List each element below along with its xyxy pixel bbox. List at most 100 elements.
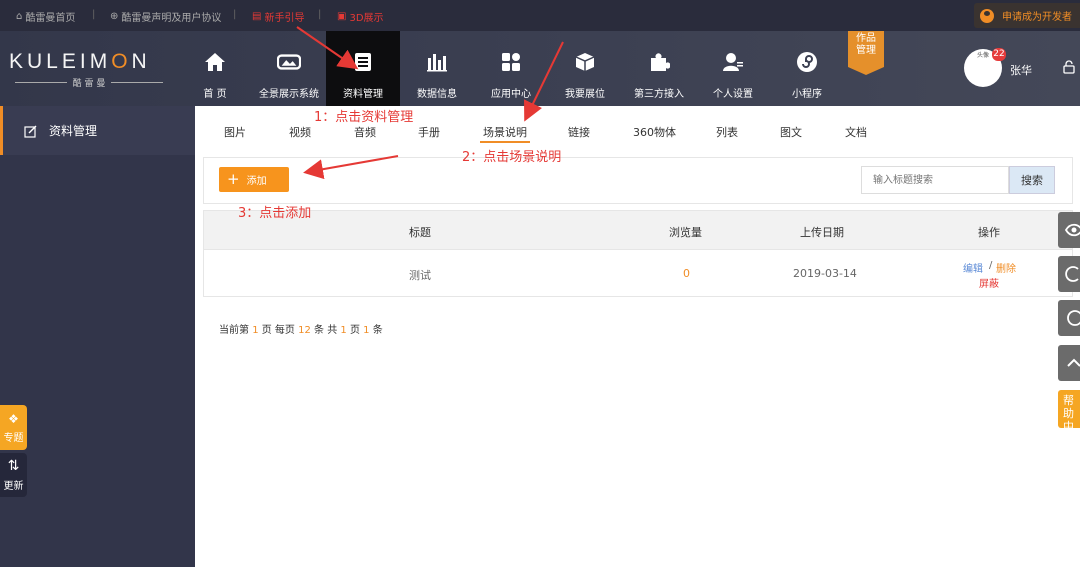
top-link-home[interactable]: ⌂ 酷雷曼首页 (16, 9, 75, 24)
search-button[interactable]: 搜索 (1009, 166, 1055, 194)
plus-icon: + (227, 170, 240, 188)
back-to-top-icon[interactable] (1058, 345, 1080, 381)
tab-videos[interactable]: 视频 (289, 124, 311, 140)
total-pages: 1 (340, 325, 347, 336)
annotation-step2: 2：点击场景说明 (462, 150, 562, 165)
guide-icon: ▤ (252, 11, 262, 22)
nav-booth-label: 我要展位 (565, 89, 605, 100)
tab-images[interactable]: 图片 (224, 124, 246, 140)
pagination-text: 条 (372, 325, 383, 336)
separator: | (92, 9, 96, 20)
nav-panorama-system[interactable]: 全景展示系统 (252, 31, 326, 106)
apps-icon (499, 50, 523, 74)
separator: | (233, 9, 237, 20)
delete-link[interactable]: 删除 (996, 260, 1016, 275)
pagination-text: 条 共 (314, 325, 338, 336)
home-icon: ⌂ (16, 11, 23, 22)
sidebar: 资料管理 (0, 106, 195, 567)
works-management-badge[interactable]: 作品 管理 (848, 31, 884, 75)
nav-app-label: 应用中心 (491, 89, 531, 100)
search-input[interactable] (861, 166, 1009, 194)
nav-app-center[interactable]: 应用中心 (474, 31, 548, 106)
sidebar-item-resource-management[interactable]: 资料管理 (0, 106, 195, 155)
top-bar: ⌂ 酷雷曼首页 | ⊕ 酷雷曼声明及用户协议 | ▤ 新手引导 | ▣ 3D展示… (0, 0, 1080, 31)
nav-data-label: 数据信息 (417, 89, 457, 100)
table-header: 标题 浏览量 上传日期 操作 (204, 211, 1072, 250)
top-link-agreement-label: 酷雷曼声明及用户协议 (121, 13, 222, 24)
annotation-step3: 3：点击添加 (238, 206, 312, 221)
top-link-guide-label: 新手引导 (264, 13, 305, 24)
active-tab-indicator (480, 141, 530, 143)
tab-documents[interactable]: 文档 (845, 124, 867, 140)
home-icon (203, 50, 227, 74)
top-link-3d-label: 3D展示 (349, 13, 384, 24)
bar-chart-icon (425, 50, 449, 74)
edit-box-icon (24, 124, 38, 138)
help-center-button[interactable]: 帮助中心 (1058, 390, 1080, 428)
topic-float-button[interactable]: ❖ 专题 (0, 405, 27, 450)
pagination-text: 页 每页 (261, 325, 295, 336)
update-label: 更新 (3, 481, 24, 492)
row-views: 0 (683, 267, 690, 280)
total-items: 1 (363, 325, 370, 336)
nav-third-party[interactable]: 第三方接入 (622, 31, 696, 106)
user-name[interactable]: 张华 (1010, 62, 1032, 78)
nav-personal-settings[interactable]: 个人设置 (696, 31, 770, 106)
refresh-icon: ⇅ (7, 458, 20, 474)
top-link-3d[interactable]: ▣ 3D展示 (337, 9, 384, 24)
nav-personal-label: 个人设置 (713, 89, 753, 100)
tab-links[interactable]: 链接 (568, 124, 590, 140)
add-button[interactable]: + 添加 (219, 167, 289, 192)
nav-mini-program[interactable]: 小程序 (770, 31, 844, 106)
chat-icon[interactable] (1058, 300, 1080, 336)
sidebar-item-label: 资料管理 (49, 124, 98, 138)
works-badge-line1: 作品 (856, 33, 876, 44)
update-float-button[interactable]: ⇅ 更新 (0, 453, 27, 497)
box-icon (573, 50, 597, 74)
logo-accent: O (111, 50, 132, 73)
nav-my-booth[interactable]: 我要展位 (548, 31, 622, 106)
tab-360-object[interactable]: 360物体 (633, 124, 676, 140)
tag-icon: ❖ (8, 412, 19, 426)
tab-scene-description[interactable]: 场景说明 (483, 124, 527, 140)
per-page-count: 12 (298, 325, 311, 336)
user-icon (980, 8, 994, 23)
become-developer-label: 申请成为开发者 (1002, 12, 1072, 23)
top-link-agreement[interactable]: ⊕ 酷雷曼声明及用户协议 (110, 9, 221, 24)
top-link-guide[interactable]: ▤ 新手引导 (252, 9, 304, 24)
globe-icon: ⊕ (110, 11, 119, 22)
tab-graphic[interactable]: 图文 (780, 124, 802, 140)
tab-audio[interactable]: 音频 (354, 124, 376, 140)
user-settings-icon (721, 50, 745, 74)
logo-text-end: N (131, 50, 151, 73)
nav-panorama-label: 全景展示系统 (259, 89, 319, 100)
separator: | (318, 9, 322, 20)
add-button-label: 添加 (246, 176, 267, 187)
header-upload-date: 上传日期 (800, 226, 844, 239)
edit-link[interactable]: 编辑 (963, 260, 983, 275)
main-nav-bar: KULEIMON 酷 雷 曼 首 页 全景展示系统 资料管理 数据信息 应用中心… (0, 31, 1080, 106)
header-views: 浏览量 (669, 226, 702, 239)
puzzle-icon (647, 50, 671, 74)
action-separator: / (989, 260, 993, 271)
nav-resource-management[interactable]: 资料管理 (326, 31, 400, 106)
top-link-home-label: 酷雷曼首页 (25, 13, 76, 24)
lock-icon[interactable] (1062, 60, 1076, 74)
hide-link[interactable]: 屏蔽 (979, 275, 999, 290)
nav-home[interactable]: 首 页 (178, 31, 252, 106)
tab-list[interactable]: 列表 (716, 124, 738, 140)
document-icon (351, 50, 375, 74)
become-developer-button[interactable]: 申请成为开发者 (974, 3, 1080, 28)
notification-badge: 22 (992, 48, 1006, 61)
tab-manual[interactable]: 手册 (418, 124, 440, 140)
header-actions: 操作 (978, 226, 1000, 239)
row-date: 2019-03-14 (793, 267, 857, 280)
nav-data-info[interactable]: 数据信息 (400, 31, 474, 106)
logo[interactable]: KULEIMON 酷 雷 曼 (9, 50, 169, 89)
eye-icon[interactable] (1058, 212, 1080, 248)
nav-mini-program-label: 小程序 (792, 89, 822, 100)
nav-home-label: 首 页 (203, 89, 227, 100)
logo-subtitle: 酷 雷 曼 (72, 79, 106, 89)
cube-icon: ▣ (337, 11, 347, 22)
refresh-icon[interactable] (1058, 256, 1080, 292)
